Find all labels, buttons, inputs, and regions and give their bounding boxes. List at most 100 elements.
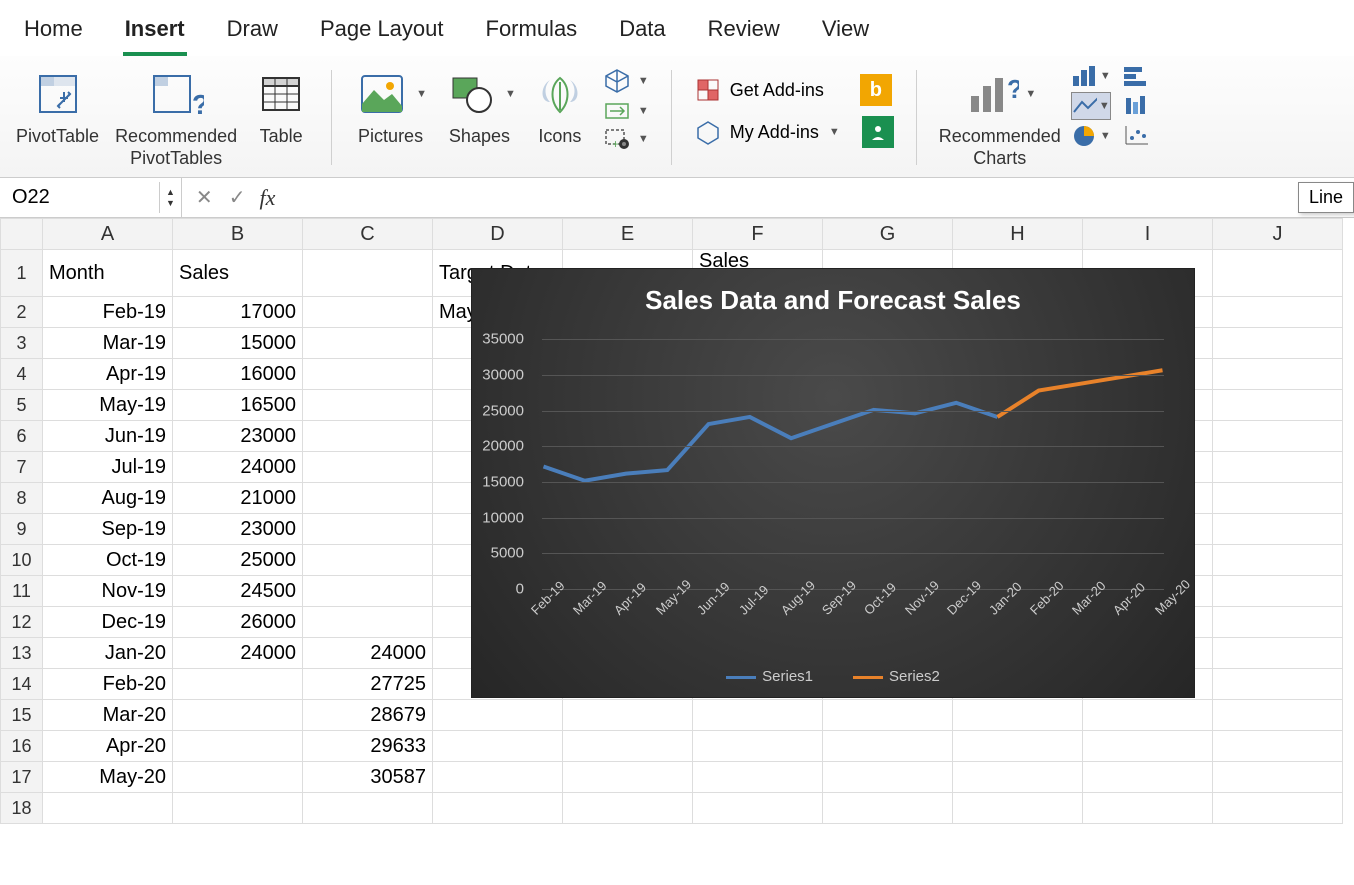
cell-C5[interactable]: [303, 390, 433, 421]
cell-C16[interactable]: 29633: [303, 731, 433, 762]
row-header-13[interactable]: 13: [1, 638, 43, 669]
cell-A11[interactable]: Nov-19: [43, 576, 173, 607]
cell-A13[interactable]: Jan-20: [43, 638, 173, 669]
cell-E16[interactable]: [563, 731, 693, 762]
cell-C13[interactable]: 24000: [303, 638, 433, 669]
cell-B8[interactable]: 21000: [173, 483, 303, 514]
cell-J5[interactable]: [1213, 390, 1343, 421]
cell-F18[interactable]: [693, 793, 823, 824]
recommended-pivot-button[interactable]: ? Recommended PivotTables: [109, 62, 243, 173]
cell-H17[interactable]: [953, 762, 1083, 793]
cell-J14[interactable]: [1213, 669, 1343, 700]
cell-H15[interactable]: [953, 700, 1083, 731]
row-header-12[interactable]: 12: [1, 607, 43, 638]
cell-J1[interactable]: [1213, 250, 1343, 297]
cell-A5[interactable]: May-19: [43, 390, 173, 421]
cell-B13[interactable]: 24000: [173, 638, 303, 669]
fx-icon[interactable]: fx: [259, 185, 285, 211]
icons-button[interactable]: Icons: [526, 62, 594, 152]
bar-chart-button[interactable]: [1117, 62, 1157, 90]
cell-H18[interactable]: [953, 793, 1083, 824]
cell-I15[interactable]: [1083, 700, 1213, 731]
cell-B18[interactable]: [173, 793, 303, 824]
cell-A4[interactable]: Apr-19: [43, 359, 173, 390]
cell-A10[interactable]: Oct-19: [43, 545, 173, 576]
formula-input[interactable]: [285, 182, 1354, 213]
cell-J10[interactable]: [1213, 545, 1343, 576]
cell-C10[interactable]: [303, 545, 433, 576]
cell-J7[interactable]: [1213, 452, 1343, 483]
area-chart-button[interactable]: [1117, 92, 1157, 120]
cell-D16[interactable]: [433, 731, 563, 762]
cell-C12[interactable]: [303, 607, 433, 638]
cell-J17[interactable]: [1213, 762, 1343, 793]
cell-A2[interactable]: Feb-19: [43, 297, 173, 328]
cell-A17[interactable]: May-20: [43, 762, 173, 793]
cell-A3[interactable]: Mar-19: [43, 328, 173, 359]
tab-review[interactable]: Review: [706, 8, 782, 56]
tab-data[interactable]: Data: [617, 8, 667, 56]
cell-D18[interactable]: [433, 793, 563, 824]
cell-J8[interactable]: [1213, 483, 1343, 514]
col-header-H[interactable]: H: [953, 219, 1083, 250]
cell-A7[interactable]: Jul-19: [43, 452, 173, 483]
cell-C2[interactable]: [303, 297, 433, 328]
cell-C6[interactable]: [303, 421, 433, 452]
table-button[interactable]: Table: [247, 62, 315, 152]
cell-G16[interactable]: [823, 731, 953, 762]
cell-A12[interactable]: Dec-19: [43, 607, 173, 638]
cell-C14[interactable]: 27725: [303, 669, 433, 700]
row-header-11[interactable]: 11: [1, 576, 43, 607]
cell-F17[interactable]: [693, 762, 823, 793]
scatter-chart-button[interactable]: [1117, 122, 1157, 150]
cell-G17[interactable]: [823, 762, 953, 793]
tab-view[interactable]: View: [820, 8, 871, 56]
row-header-18[interactable]: 18: [1, 793, 43, 824]
cell-C8[interactable]: [303, 483, 433, 514]
cell-J12[interactable]: [1213, 607, 1343, 638]
pictures-button[interactable]: ▼ Pictures: [348, 62, 433, 152]
cell-C18[interactable]: [303, 793, 433, 824]
col-header-D[interactable]: D: [433, 219, 563, 250]
tab-home[interactable]: Home: [22, 8, 85, 56]
row-header-14[interactable]: 14: [1, 669, 43, 700]
cell-C17[interactable]: 30587: [303, 762, 433, 793]
namebox-spinner[interactable]: ▲▼: [160, 178, 182, 217]
cell-C1[interactable]: [303, 250, 433, 297]
cell-J16[interactable]: [1213, 731, 1343, 762]
row-header-3[interactable]: 3: [1, 328, 43, 359]
cell-B2[interactable]: 17000: [173, 297, 303, 328]
cell-J2[interactable]: [1213, 297, 1343, 328]
cell-J4[interactable]: [1213, 359, 1343, 390]
col-header-E[interactable]: E: [563, 219, 693, 250]
pie-chart-button[interactable]: ▼: [1071, 122, 1111, 150]
row-header-17[interactable]: 17: [1, 762, 43, 793]
cell-A15[interactable]: Mar-20: [43, 700, 173, 731]
tab-draw[interactable]: Draw: [225, 8, 280, 56]
col-header-C[interactable]: C: [303, 219, 433, 250]
row-header-4[interactable]: 4: [1, 359, 43, 390]
row-header-10[interactable]: 10: [1, 545, 43, 576]
cell-B4[interactable]: 16000: [173, 359, 303, 390]
cell-J6[interactable]: [1213, 421, 1343, 452]
tab-insert[interactable]: Insert: [123, 8, 187, 56]
cell-E15[interactable]: [563, 700, 693, 731]
col-header-B[interactable]: B: [173, 219, 303, 250]
row-header-6[interactable]: 6: [1, 421, 43, 452]
cell-E18[interactable]: [563, 793, 693, 824]
cell-A16[interactable]: Apr-20: [43, 731, 173, 762]
3d-models-button[interactable]: ▼: [598, 66, 655, 96]
row-header-1[interactable]: 1: [1, 250, 43, 297]
cell-B15[interactable]: [173, 700, 303, 731]
cell-B11[interactable]: 24500: [173, 576, 303, 607]
cell-I17[interactable]: [1083, 762, 1213, 793]
cell-J13[interactable]: [1213, 638, 1343, 669]
row-header-15[interactable]: 15: [1, 700, 43, 731]
row-header-5[interactable]: 5: [1, 390, 43, 421]
col-header-F[interactable]: F: [693, 219, 823, 250]
select-all-corner[interactable]: [1, 219, 43, 250]
cell-B7[interactable]: 24000: [173, 452, 303, 483]
pivottable-button[interactable]: PivotTable: [10, 62, 105, 152]
cell-G15[interactable]: [823, 700, 953, 731]
cell-F16[interactable]: [693, 731, 823, 762]
